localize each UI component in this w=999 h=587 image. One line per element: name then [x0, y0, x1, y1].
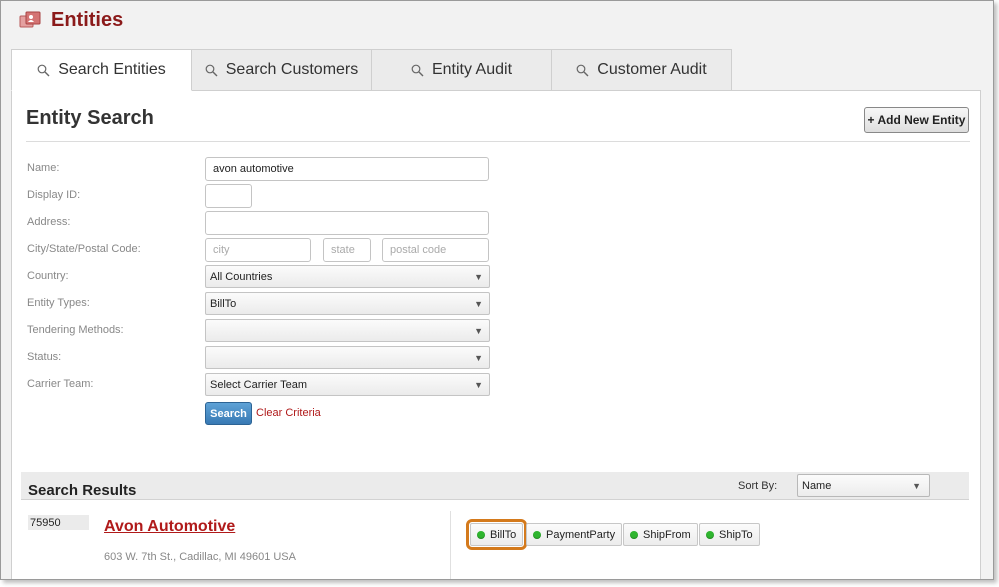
tendering-methods-select[interactable]: ▼	[205, 319, 490, 342]
status-select[interactable]: ▼	[205, 346, 490, 369]
search-results-header: Search Results Sort By: Name ▼	[21, 472, 969, 500]
city-state-postal-label: City/State/Postal Code:	[27, 243, 141, 255]
status-dot-icon	[533, 530, 541, 539]
entities-icon	[19, 11, 41, 28]
chevron-down-icon: ▼	[474, 299, 483, 309]
tab-label: Search Entities	[58, 61, 166, 78]
entity-search-panel: Entity Search + Add New Entity Name: Dis…	[11, 90, 981, 579]
tag-label: PaymentParty	[546, 528, 616, 541]
select-value: All Countries	[210, 270, 273, 283]
select-value: Select Carrier Team	[210, 378, 307, 391]
name-input[interactable]: avon automotive	[205, 157, 489, 181]
tag-label: ShipFrom	[643, 528, 691, 541]
entity-types-label: Entity Types:	[27, 297, 90, 309]
country-label: Country:	[27, 270, 69, 282]
address-input[interactable]	[205, 211, 489, 235]
status-dot-icon	[477, 530, 485, 539]
divider	[26, 141, 970, 142]
chevron-down-icon: ▼	[474, 353, 483, 363]
carrier-team-select[interactable]: Select Carrier Team ▼	[205, 373, 490, 396]
tab-search-customers[interactable]: Search Customers	[191, 49, 372, 91]
status-dot-icon	[630, 530, 638, 539]
app-window: Entities Search Entities Search Customer…	[0, 0, 994, 580]
search-icon	[411, 64, 424, 76]
search-icon	[576, 64, 589, 76]
state-input[interactable]: state	[323, 238, 371, 262]
tab-label: Entity Audit	[431, 61, 513, 78]
name-label: Name:	[27, 162, 60, 174]
sort-by-label: Sort By:	[738, 480, 778, 492]
tag-label: ShipTo	[719, 528, 753, 541]
tag-label: BillTo	[490, 528, 517, 541]
tag-billto[interactable]: BillTo	[465, 519, 528, 550]
search-results-title: Search Results	[28, 482, 137, 499]
select-value: BillTo	[210, 297, 237, 310]
select-value: Name	[802, 479, 832, 492]
entity-address: 603 W. 7th St., Cadillac, MI 49601 USA	[104, 551, 296, 563]
tab-search-entities[interactable]: Search Entities	[11, 49, 192, 91]
entity-types-select[interactable]: BillTo ▼	[205, 292, 490, 315]
address-label: Address:	[27, 216, 71, 228]
page-title: Entities	[51, 9, 124, 31]
search-button[interactable]: Search	[205, 402, 252, 425]
sort-by-select[interactable]: Name ▼	[797, 474, 930, 497]
search-icon	[37, 64, 50, 76]
chevron-down-icon: ▼	[474, 380, 483, 390]
tag-shipfrom[interactable]: ShipFrom	[623, 523, 698, 546]
section-heading: Entity Search	[26, 107, 154, 129]
status-label: Status:	[27, 351, 62, 363]
column-divider	[450, 511, 451, 579]
display-id-input[interactable]	[205, 184, 252, 208]
status-dot-icon	[706, 530, 714, 539]
tab-entity-audit[interactable]: Entity Audit	[371, 49, 552, 91]
display-id-label: Display ID:	[27, 189, 81, 201]
entity-name-link[interactable]: Avon Automotive	[104, 518, 235, 536]
country-select[interactable]: All Countries ▼	[205, 265, 490, 288]
add-new-entity-button[interactable]: + Add New Entity	[864, 107, 969, 133]
tag-paymentparty[interactable]: PaymentParty	[526, 523, 623, 546]
city-input[interactable]: city	[205, 238, 311, 262]
entity-id: 75950	[28, 515, 89, 530]
postal-code-input[interactable]: postal code	[382, 238, 489, 262]
tab-label: Customer Audit	[597, 61, 707, 78]
chevron-down-icon: ▼	[912, 481, 921, 491]
tendering-methods-label: Tendering Methods:	[27, 324, 124, 336]
chevron-down-icon: ▼	[474, 272, 483, 282]
tag-shipto[interactable]: ShipTo	[699, 523, 760, 546]
carrier-team-label: Carrier Team:	[27, 378, 94, 390]
search-icon	[205, 64, 218, 76]
clear-criteria-link[interactable]: Clear Criteria	[256, 407, 321, 419]
chevron-down-icon: ▼	[474, 326, 483, 336]
tab-label: Search Customers	[225, 61, 359, 78]
tab-customer-audit[interactable]: Customer Audit	[551, 49, 732, 91]
